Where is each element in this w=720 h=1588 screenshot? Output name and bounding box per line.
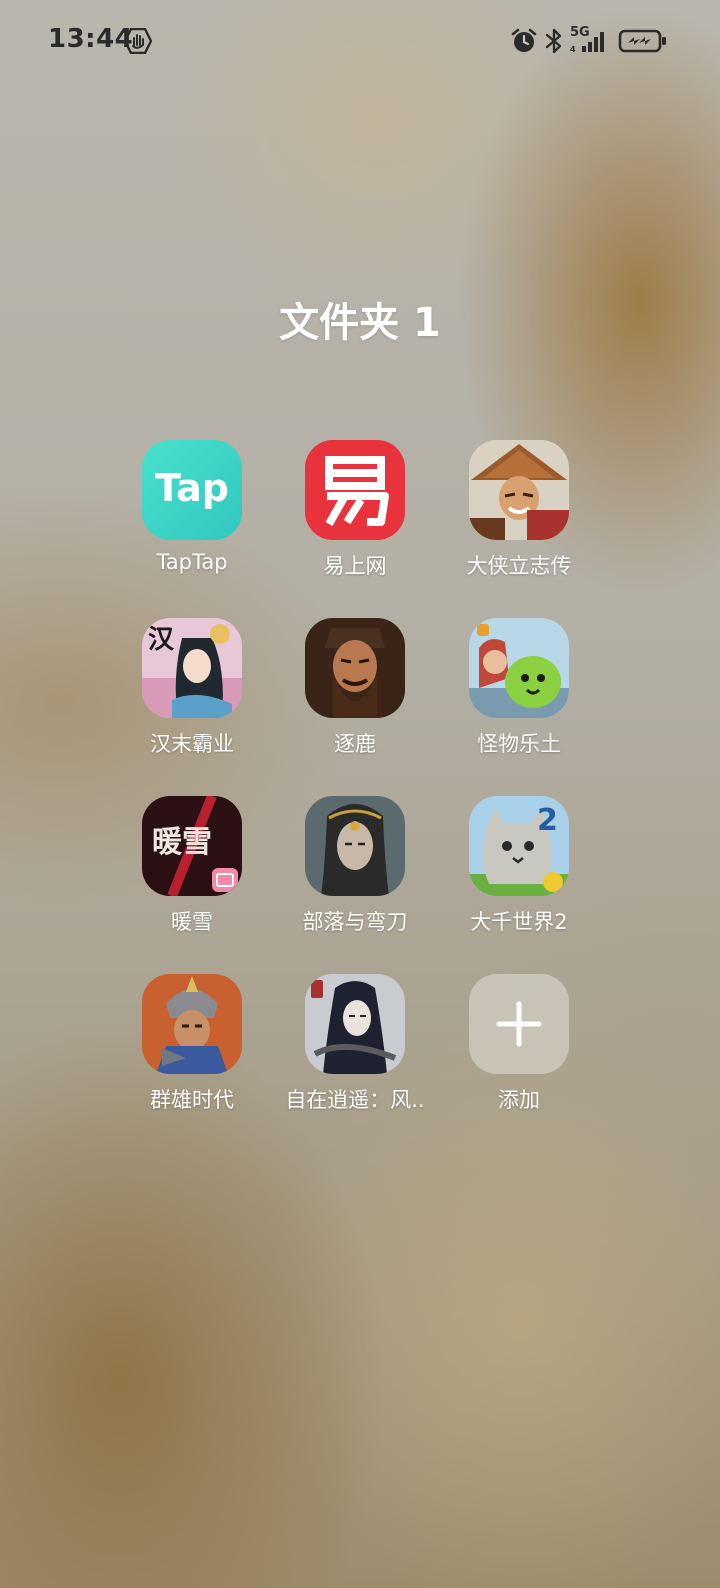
svg-text:汉: 汉 [148,625,175,655]
add-icon [469,974,569,1074]
alarm-icon [510,27,538,59]
svg-text:Tap: Tap [155,466,229,510]
status-time: 13:44 [48,24,134,54]
home-screen: 13:44 5G 4 文件夹 1 Tap TapTap 易上网 大侠立志传 汉 … [0,0,720,1588]
svg-text:4: 4 [570,45,576,54]
app-label: 大侠立志传 [466,554,572,578]
battery-charging-icon [618,28,668,58]
app-label: 怪物乐土 [477,732,561,756]
app-yishangwang[interactable]: 易上网 [273,440,437,590]
app-label: 群雄时代 [150,1088,234,1112]
app-label: 汉末霸业 [150,732,234,756]
app-taptap[interactable]: Tap TapTap [110,440,274,590]
app-label: 易上网 [323,554,387,578]
yishangwang-icon [305,440,405,540]
guaiwu-icon [469,618,569,718]
daqian-icon: 2 [469,796,569,896]
app-zizai[interactable]: 自在逍遥：风.. [273,974,437,1124]
nuanxue-icon: 暖雪 [142,796,242,896]
app-label: 逐鹿 [334,732,376,756]
svg-text:暖雪: 暖雪 [152,825,212,860]
bluetooth-icon [544,27,564,59]
signal-icon: 4 [568,28,610,58]
app-label: 添加 [498,1088,540,1112]
app-buluo[interactable]: 部落与弯刀 [273,796,437,946]
app-add[interactable]: 添加 [437,974,601,1124]
app-zhulu[interactable]: 逐鹿 [273,618,437,768]
app-label: 大千世界2 [470,910,568,934]
app-qunxiong[interactable]: 群雄时代 [110,974,274,1124]
app-daqian[interactable]: 2 大千世界2 [437,796,601,946]
app-label: 暖雪 [171,910,213,934]
app-hanmo[interactable]: 汉 汉末霸业 [110,618,274,768]
app-label: TapTap [156,550,228,574]
app-nuanxue[interactable]: 暖雪 暖雪 [110,796,274,946]
buluo-icon [305,796,405,896]
folder-title[interactable]: 文件夹 1 [0,290,720,348]
daxia-icon [469,440,569,540]
status-bar: 13:44 5G 4 [0,0,720,82]
app-label: 自在逍遥：风.. [285,1088,425,1112]
zhulu-icon [305,618,405,718]
qunxiong-icon [142,974,242,1074]
app-daxia[interactable]: 大侠立志传 [437,440,601,590]
zizai-icon [305,974,405,1074]
app-guaiwu[interactable]: 怪物乐土 [437,618,601,768]
app-label: 部落与弯刀 [302,910,408,934]
taptap-icon: Tap [142,440,242,540]
hanmo-icon: 汉 [142,618,242,718]
svg-text:2: 2 [537,803,558,838]
hand-icon [123,27,153,58]
